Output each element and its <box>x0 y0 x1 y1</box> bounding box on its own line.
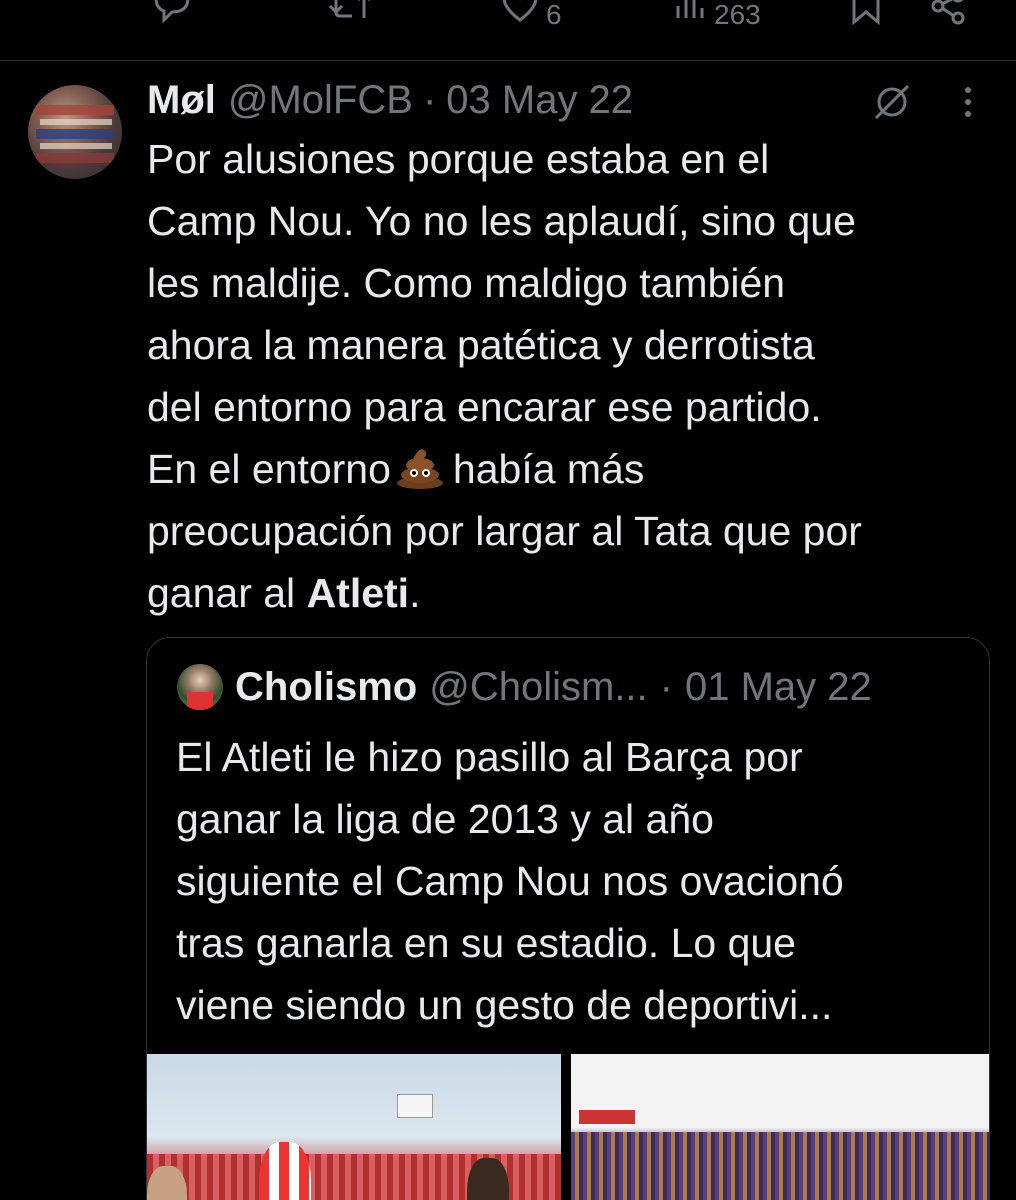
tweet-line: les maldije. Como maldigo también <box>147 260 786 306</box>
quoted-separator: · <box>659 664 673 709</box>
tweet-line: del entorno para encarar ese partido. <box>147 384 822 430</box>
quoted-handle: @Cholism... <box>429 664 648 709</box>
quoted-line: ganar la liga de 2013 y al año <box>176 796 714 842</box>
tweet-line: Camp Nou. Yo no les aplaudí, sino que <box>147 198 856 244</box>
quoted-line: El Atleti le hizo pasillo al Barça por <box>176 734 803 780</box>
grok-icon <box>872 84 912 126</box>
tweet-line: ganar al Atleti. <box>147 562 1007 624</box>
tweet-line: En el entorno había más <box>147 438 1007 500</box>
views-icon <box>674 0 708 37</box>
quoted-tweet-body: El Atleti le hizo pasillo al Barça por g… <box>176 726 976 1036</box>
heart-icon <box>500 0 540 37</box>
avatar[interactable] <box>28 85 122 179</box>
tweet-line: preocupación por largar al Tata que por <box>147 508 862 554</box>
retweet-button[interactable] <box>326 0 374 37</box>
tweet-line-text: En el entorno <box>147 446 391 492</box>
views-count: 263 <box>714 0 761 30</box>
reply-icon <box>148 0 196 37</box>
more-options-button[interactable] <box>958 82 978 127</box>
reply-button[interactable] <box>148 0 196 37</box>
quoted-avatar <box>177 664 223 710</box>
author-display-name[interactable]: Møl <box>147 78 216 123</box>
bold-keyword: Atleti <box>306 570 410 616</box>
tweet-line-text: . <box>409 570 421 616</box>
quoted-line: siguiente el Camp Nou nos ovacionó <box>176 858 844 904</box>
grok-button[interactable] <box>872 82 912 127</box>
quoted-date: 01 May 22 <box>684 664 872 709</box>
header-separator: · <box>422 77 437 122</box>
tweet-header: Møl @MolFCB · 03 May 22 <box>147 74 633 126</box>
views-button[interactable]: 263 <box>674 0 761 37</box>
tweet-date[interactable]: 03 May 22 <box>446 78 633 123</box>
poop-emoji <box>395 444 445 489</box>
quoted-line: tras ganarla en su estadio. Lo que <box>176 920 796 966</box>
tweet-line-text: ganar al <box>147 570 307 616</box>
bookmark-icon <box>846 0 886 37</box>
like-count: 6 <box>546 0 562 30</box>
tweet-body: Por alusiones porque estaba en el Camp N… <box>147 128 1007 624</box>
tweet-line-text: había más <box>452 446 645 492</box>
retweet-icon <box>326 0 374 37</box>
quoted-tweet-header: Cholismo @Cholism... · 01 May 22 <box>177 662 872 712</box>
author-handle[interactable]: @MolFCB <box>228 78 413 123</box>
more-icon <box>958 87 978 126</box>
tweet-line: Por alusiones porque estaba en el <box>147 136 770 182</box>
quoted-line: viene siendo un gesto de deportivi... <box>176 982 833 1028</box>
share-button[interactable] <box>928 0 968 37</box>
tweet-thread-view: 6 263 Møl @MolFCB · 03 May 22 Por alusio… <box>0 0 1016 1200</box>
quoted-display-name: Cholismo <box>235 664 418 709</box>
tweet-line: ahora la manera patética y derrotista <box>147 322 815 368</box>
previous-tweet-action-bar: 6 263 <box>0 0 1016 40</box>
like-button[interactable]: 6 <box>500 0 562 37</box>
tweet-divider <box>0 60 1016 61</box>
share-icon <box>928 0 968 37</box>
quoted-media-image-2[interactable] <box>571 1054 989 1200</box>
quoted-media-image-1[interactable] <box>147 1054 561 1200</box>
quoted-tweet-card[interactable]: Cholismo @Cholism... · 01 May 22 El Atle… <box>146 637 990 1200</box>
bookmark-button[interactable] <box>846 0 886 37</box>
